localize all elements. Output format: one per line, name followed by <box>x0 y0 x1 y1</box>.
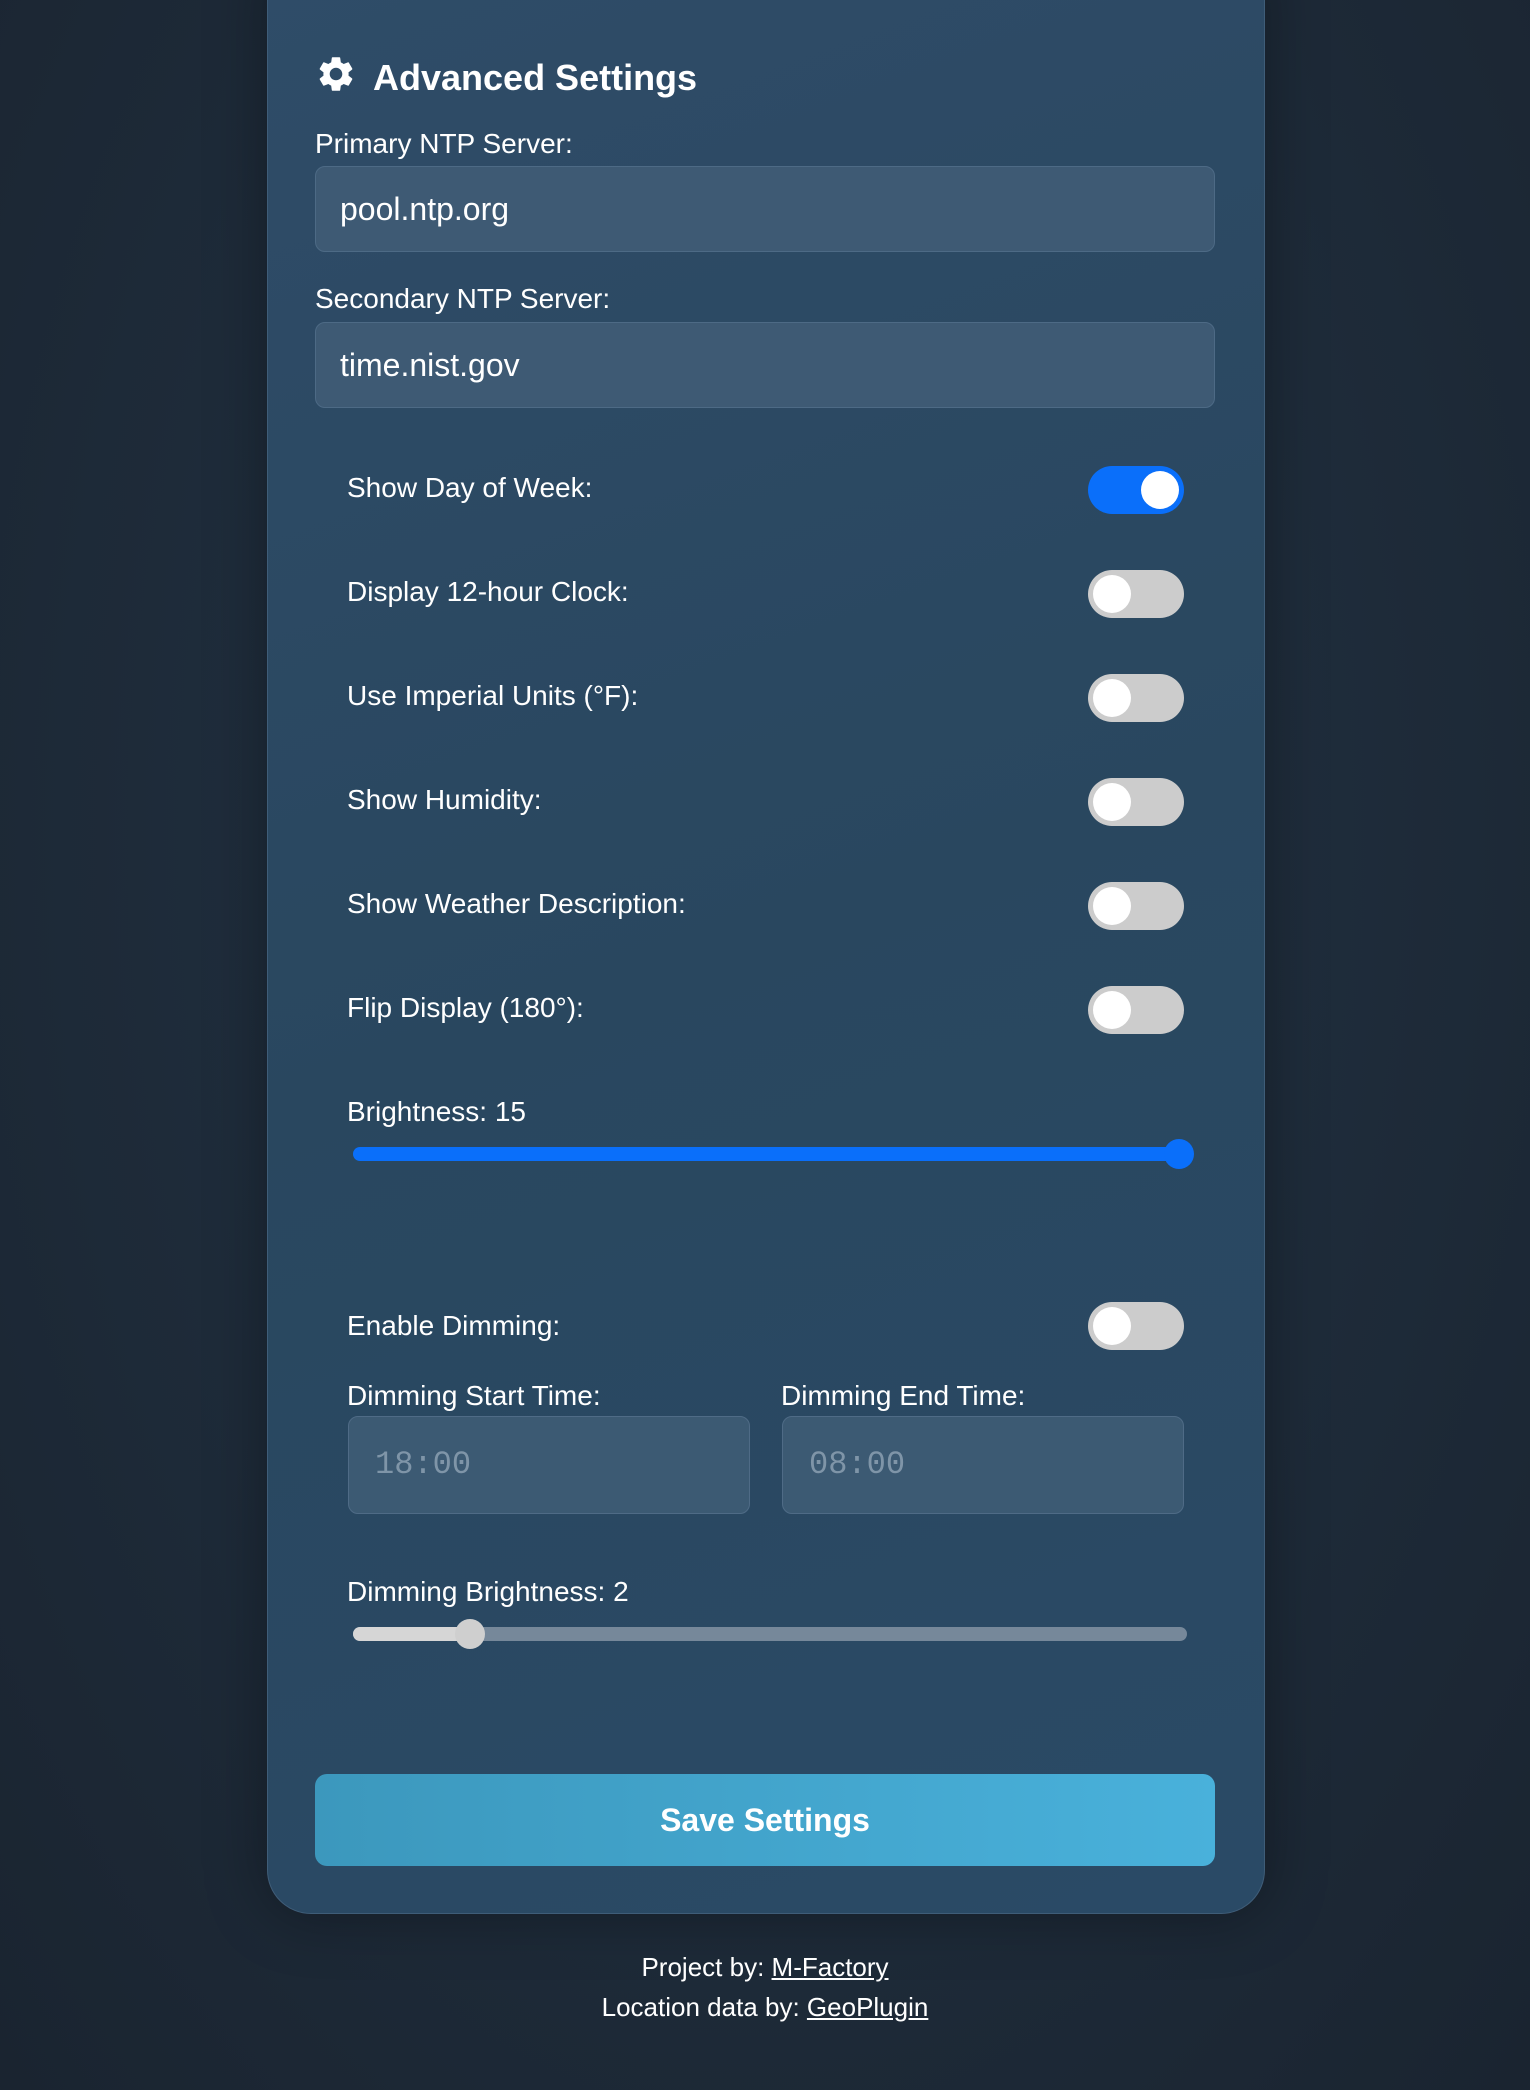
dimming-brightness-slider-thumb[interactable] <box>455 1619 486 1649</box>
toggle-knob <box>1093 575 1131 613</box>
toggle-knob <box>1093 783 1131 821</box>
section-title: Advanced Settings <box>373 57 698 98</box>
dimming-start-time-input[interactable]: 18:00 <box>348 1416 750 1514</box>
primary-ntp-input[interactable]: pool.ntp.org <box>315 166 1215 252</box>
footer-location: Location data by: GeoPlugin <box>0 1992 1530 2023</box>
footer-location-prefix: Location data by: <box>601 1992 800 2022</box>
imperial-units-label: Use Imperial Units (°F): <box>347 680 639 711</box>
toggle-knob <box>1093 679 1131 717</box>
clock-12h-label: Display 12-hour Clock: <box>347 576 629 607</box>
footer-project-prefix: Project by: <box>641 1952 765 1982</box>
dimming-brightness-fill <box>353 1627 471 1641</box>
dimming-end-label: Dimming End Time: <box>781 1380 1026 1411</box>
dimming-end-time-input[interactable]: 08:00 <box>782 1416 1184 1514</box>
footer-project: Project by: M-Factory <box>0 1952 1530 1983</box>
section-heading: Advanced Settings <box>315 54 697 102</box>
gear-icon <box>315 53 357 104</box>
humidity-label: Show Humidity: <box>347 784 542 815</box>
primary-ntp-label: Primary NTP Server: <box>315 128 573 159</box>
enable-dimming-label: Enable Dimming: <box>347 1310 561 1341</box>
clock-12h-toggle[interactable] <box>1088 570 1184 618</box>
save-settings-button[interactable]: Save Settings <box>315 1774 1215 1866</box>
toggle-knob <box>1093 991 1131 1029</box>
day-of-week-toggle[interactable] <box>1088 466 1184 514</box>
brightness-slider-track[interactable] <box>353 1147 1187 1161</box>
toggle-knob <box>1093 1307 1131 1345</box>
geoplugin-link[interactable]: GeoPlugin <box>807 1992 928 2022</box>
toggle-knob <box>1093 887 1131 925</box>
brightness-slider-thumb[interactable] <box>1164 1139 1194 1169</box>
dimming-start-label: Dimming Start Time: <box>347 1380 601 1411</box>
imperial-units-toggle[interactable] <box>1088 674 1184 722</box>
dimming-brightness-label: Dimming Brightness: 2 <box>347 1576 629 1607</box>
secondary-ntp-label: Secondary NTP Server: <box>315 283 611 314</box>
flip-display-label: Flip Display (180°): <box>347 992 584 1023</box>
weather-description-toggle[interactable] <box>1088 882 1184 930</box>
m-factory-link[interactable]: M-Factory <box>772 1952 889 1982</box>
secondary-ntp-input[interactable]: time.nist.gov <box>315 322 1215 408</box>
toggle-knob <box>1141 471 1179 509</box>
humidity-toggle[interactable] <box>1088 778 1184 826</box>
flip-display-toggle[interactable] <box>1088 986 1184 1034</box>
day-of-week-label: Show Day of Week: <box>347 472 593 503</box>
enable-dimming-toggle[interactable] <box>1088 1302 1184 1350</box>
brightness-label: Brightness: 15 <box>347 1096 526 1127</box>
weather-description-label: Show Weather Description: <box>347 888 686 919</box>
